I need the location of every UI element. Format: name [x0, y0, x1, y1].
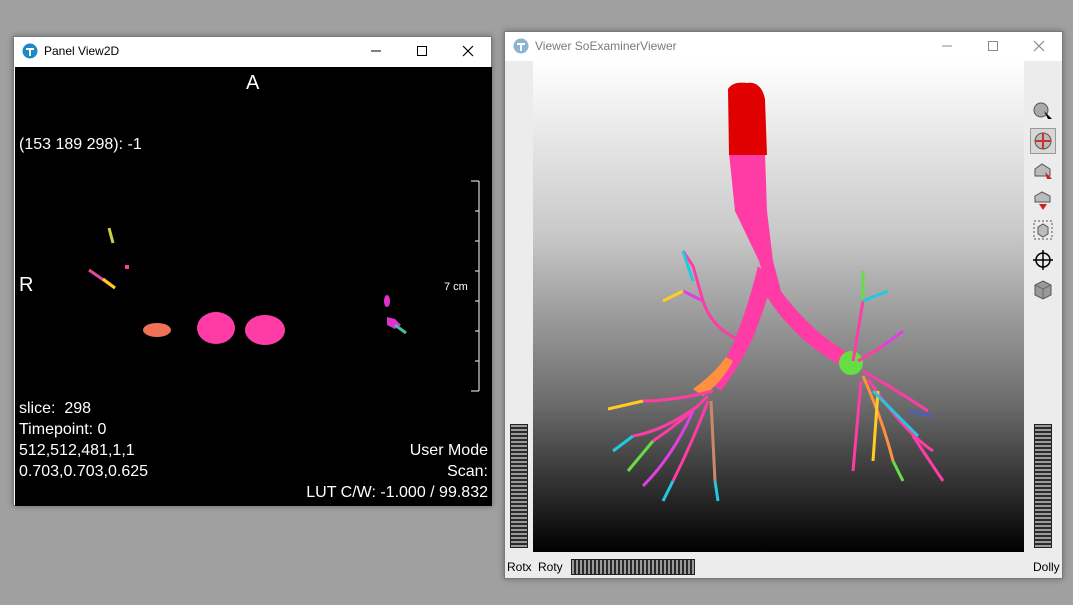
titlebar[interactable]: Panel View2D [14, 37, 491, 65]
airway-tree-rendering [607, 82, 945, 502]
dimensions-info: 512,512,481,1,1 [19, 442, 135, 459]
render-canvas[interactable] [533, 61, 1024, 552]
home-icon [1034, 163, 1052, 179]
minimize-button[interactable] [353, 37, 399, 65]
user-mode-label: User Mode [409, 442, 488, 459]
close-icon [462, 45, 474, 57]
set-home-button[interactable] [1030, 187, 1056, 213]
crosshair-icon [1033, 250, 1053, 270]
viewer-area: Rotx Roty Dolly [505, 61, 1062, 578]
minimize-button[interactable] [924, 32, 970, 60]
projection-button[interactable] [1030, 277, 1056, 303]
titlebar[interactable]: Viewer SoExaminerViewer [505, 32, 1062, 60]
rotx-wheel[interactable] [510, 424, 528, 548]
app-icon [22, 43, 38, 59]
cube-icon [1034, 280, 1052, 300]
panel-view2d-window[interactable]: Panel View2D A R (153 189 298): -1 7 cm … [13, 36, 492, 506]
examiner-viewer-window[interactable]: Viewer SoExaminerViewer Rotx Roty Dolly [504, 31, 1063, 579]
set-home-icon [1034, 191, 1051, 210]
timepoint-info: Timepoint: 0 [19, 421, 107, 438]
close-icon [1033, 40, 1045, 52]
window-title: Viewer SoExaminerViewer [535, 39, 677, 53]
pick-mode-button[interactable] [1030, 99, 1056, 125]
minimize-icon [371, 50, 381, 52]
slice-info: slice: 298 [19, 400, 92, 417]
maximize-button[interactable] [399, 37, 445, 65]
rotx-label: Rotx [507, 560, 532, 574]
window-title: Panel View2D [44, 44, 120, 58]
close-button[interactable] [445, 37, 491, 65]
lut-info: LUT C/W: -1.000 / 99.832 [306, 484, 488, 501]
close-button[interactable] [1016, 32, 1062, 60]
view-all-icon [1033, 220, 1053, 240]
view-all-button[interactable] [1030, 217, 1056, 243]
slice-view[interactable]: A R (153 189 298): -1 7 cm slice: 298 Ti… [15, 67, 492, 506]
hand-rotate-icon [1034, 132, 1052, 150]
roty-label: Roty [538, 560, 563, 574]
view-mode-button[interactable] [1030, 128, 1056, 154]
dolly-wheel[interactable] [1034, 424, 1052, 548]
dolly-label: Dolly [1033, 560, 1060, 574]
maximize-button[interactable] [970, 32, 1016, 60]
maximize-icon [988, 41, 998, 51]
maximize-icon [417, 46, 427, 56]
app-icon [513, 38, 529, 54]
arrow-pointer-icon [1033, 102, 1052, 123]
minimize-icon [942, 45, 952, 47]
scan-label: Scan: [447, 463, 488, 480]
seek-button[interactable] [1030, 247, 1056, 273]
home-button[interactable] [1030, 158, 1056, 184]
roty-wheel[interactable] [571, 559, 695, 575]
spacing-info: 0.703,0.703,0.625 [19, 463, 149, 480]
